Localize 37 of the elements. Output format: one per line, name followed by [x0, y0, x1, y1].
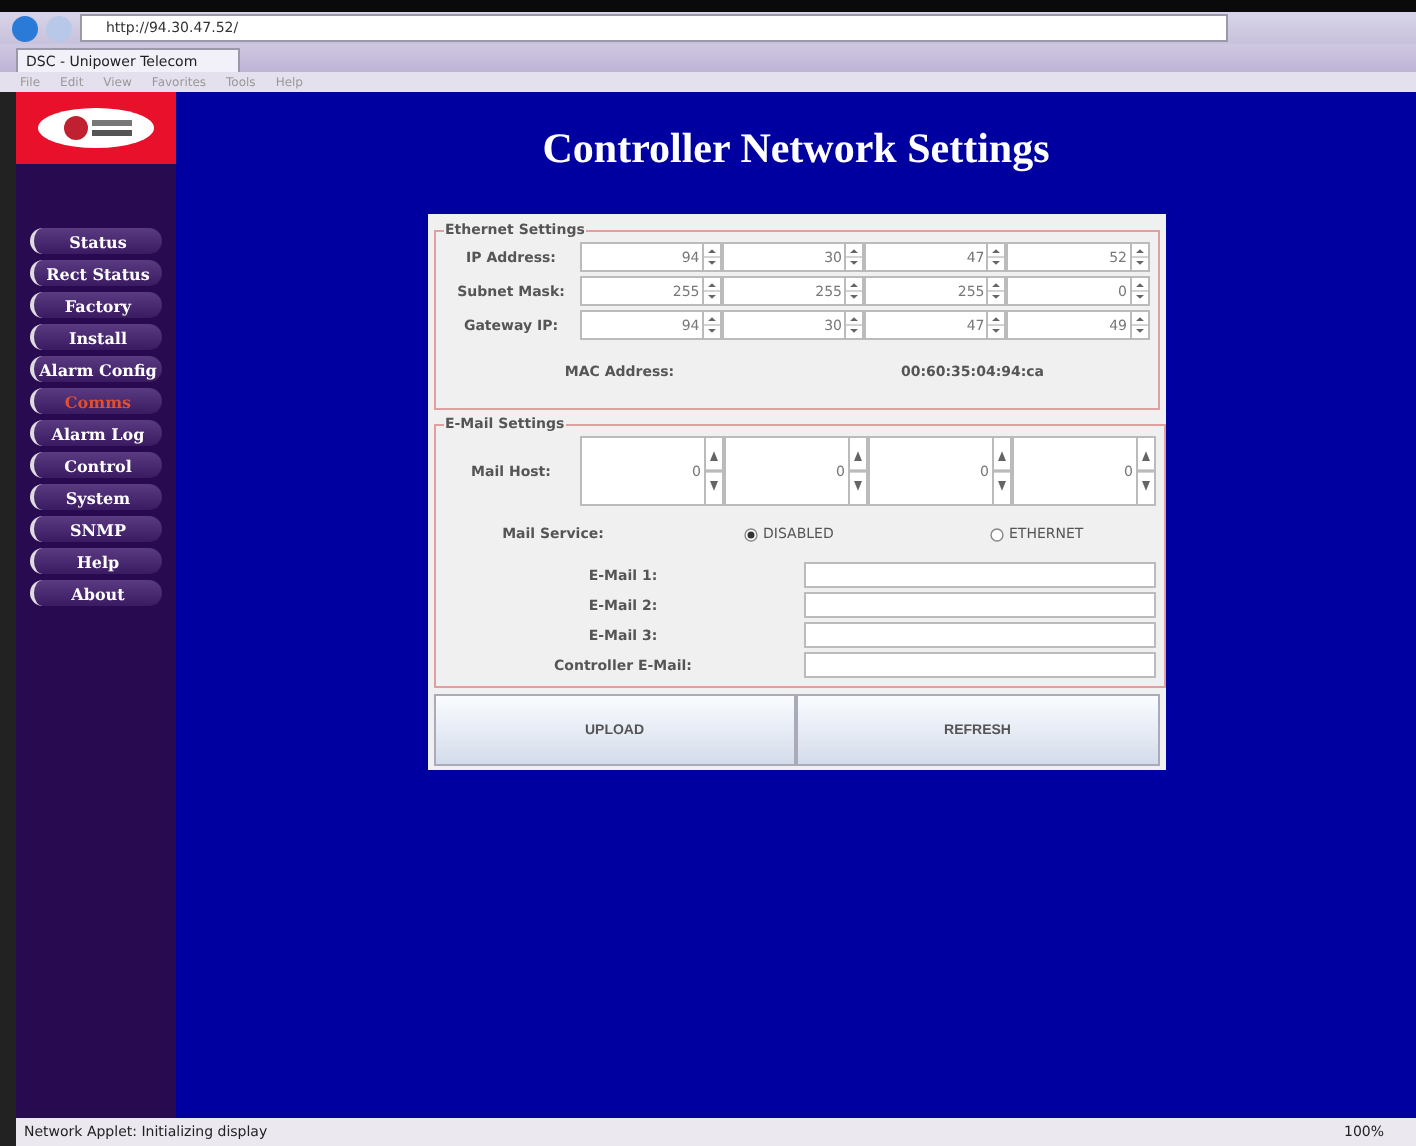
email-input[interactable]	[803, 562, 1155, 588]
nav-button[interactable]: Control	[30, 452, 162, 478]
spinner-arrows-icon[interactable]	[986, 278, 1005, 304]
nav-button[interactable]: Status	[30, 228, 162, 254]
nav-button[interactable]: Help	[30, 548, 162, 574]
spinner-arrows-icon[interactable]	[991, 438, 1009, 504]
nav-button[interactable]: SNMP	[30, 516, 162, 542]
spinner-arrows-icon[interactable]	[847, 438, 865, 504]
spinner-arrows-icon[interactable]	[1129, 278, 1147, 304]
spinner-arrows-icon[interactable]	[701, 278, 720, 304]
spinner-arrows-icon[interactable]	[1129, 312, 1147, 338]
email-input[interactable]	[803, 622, 1155, 648]
spinner-arrows-icon[interactable]	[1129, 244, 1147, 270]
nav-button[interactable]: System	[30, 484, 162, 510]
spinner-arrows-icon[interactable]	[844, 244, 862, 270]
nav-button[interactable]: Comms	[30, 388, 162, 414]
spinner-arrows-icon[interactable]	[1135, 438, 1153, 504]
nav-button[interactable]: Rect Status	[30, 260, 162, 286]
email-input[interactable]	[803, 652, 1155, 678]
spinner-arrows-icon[interactable]	[701, 244, 720, 270]
spinner-arrows-icon[interactable]	[701, 312, 720, 338]
back-icon[interactable]	[12, 15, 38, 41]
spinner-arrows-icon[interactable]	[703, 438, 721, 504]
spinner-arrows-icon[interactable]	[986, 312, 1005, 338]
nav-button[interactable]: Alarm Config	[30, 356, 162, 382]
spinner-arrows-icon[interactable]	[844, 312, 862, 338]
nav-button[interactable]: Install	[30, 324, 162, 350]
radio-icon[interactable]	[743, 527, 757, 541]
nav-button[interactable]: About	[30, 580, 162, 606]
email-input[interactable]	[803, 592, 1155, 618]
spinner-arrows-icon[interactable]	[986, 244, 1005, 270]
nav-button[interactable]: Alarm Log	[30, 420, 162, 446]
radio-icon[interactable]	[989, 527, 1003, 541]
spinner-arrows-icon[interactable]	[844, 278, 862, 304]
logo-icon	[36, 106, 156, 150]
nav-button[interactable]: Factory	[30, 292, 162, 318]
page-title: Controller Network Settings	[542, 124, 1050, 174]
